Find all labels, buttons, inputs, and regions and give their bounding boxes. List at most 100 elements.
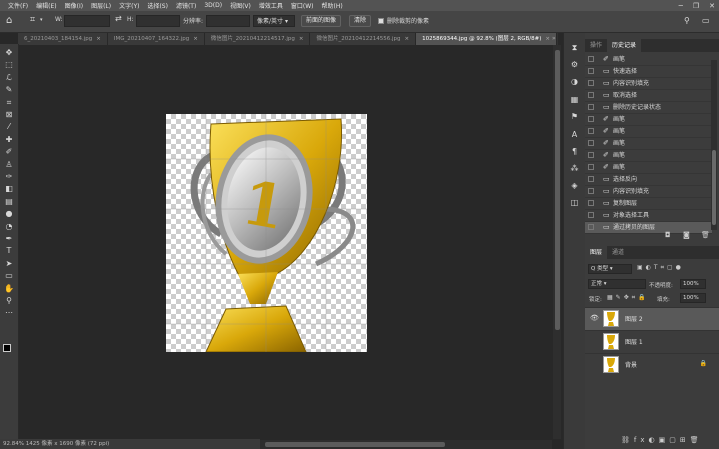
stamp-icon[interactable]: ♙ bbox=[3, 160, 15, 170]
height-field[interactable] bbox=[136, 15, 180, 27]
more-icon[interactable]: ⋯ bbox=[3, 308, 15, 318]
delete-icon[interactable]: 🗑 bbox=[701, 231, 710, 241]
eye-icon[interactable]: 👁 bbox=[590, 314, 599, 322]
document-tab[interactable]: IMG_20210407_164322.jpg × bbox=[107, 33, 205, 45]
history-checkbox[interactable] bbox=[588, 188, 594, 194]
opacity-field[interactable]: 100% bbox=[680, 279, 706, 289]
history-item[interactable]: ✐ 画笔 bbox=[585, 114, 712, 126]
layer-name[interactable]: 图层 2 bbox=[625, 314, 643, 323]
brush-settings-icon[interactable]: ⚑ bbox=[568, 112, 581, 122]
layer-name[interactable]: 背景 bbox=[625, 360, 637, 369]
history-checkbox[interactable] bbox=[588, 80, 594, 86]
panel-tab[interactable]: 操作 bbox=[585, 39, 607, 52]
pen-icon[interactable]: ✒ bbox=[3, 234, 15, 244]
quick-select-icon[interactable]: ✎ bbox=[3, 85, 15, 95]
history-checkbox[interactable] bbox=[588, 128, 594, 134]
history-checkbox[interactable] bbox=[588, 68, 594, 74]
history-checkbox[interactable] bbox=[588, 152, 594, 158]
close-tab-icon[interactable]: × bbox=[299, 36, 304, 42]
menu-item[interactable]: 编辑(E) bbox=[32, 1, 60, 10]
width-field[interactable] bbox=[64, 15, 110, 27]
history-item[interactable]: ✐ 画笔 bbox=[585, 150, 712, 162]
document-tab[interactable]: 1025869344.jpg @ 92.8% (图层 2, RGB/8#) × bbox=[416, 33, 558, 45]
menu-item[interactable]: 增效工具 bbox=[255, 1, 287, 10]
history-item[interactable]: ▭ 对象选择工具 bbox=[585, 210, 712, 222]
resolution-field[interactable] bbox=[206, 15, 250, 27]
dodge-icon[interactable]: ◔ bbox=[3, 222, 15, 232]
swatch-icon[interactable]: ▦ bbox=[568, 95, 581, 105]
menu-item[interactable]: 3D(D) bbox=[200, 2, 226, 9]
menu-item[interactable]: 帮助(H) bbox=[318, 1, 347, 10]
lock-icons[interactable]: ▦✎✥⌗🔒 bbox=[607, 294, 649, 302]
brush-icon[interactable]: ✐ bbox=[3, 147, 15, 157]
history-item[interactable]: ▭ 内容识别填充 bbox=[585, 78, 712, 90]
history-brush-icon[interactable]: ✑ bbox=[3, 172, 15, 182]
resolution-unit-select[interactable]: 像素/英寸 ▾ bbox=[253, 15, 295, 27]
path-select-icon[interactable]: ➤ bbox=[3, 259, 15, 269]
glyph-icon[interactable]: ⁂ bbox=[568, 164, 581, 174]
color-icon[interactable]: ◑ bbox=[568, 77, 581, 87]
layer-name[interactable]: 图层 1 bbox=[625, 337, 643, 346]
history-item[interactable]: ▭ 选择反向 bbox=[585, 174, 712, 186]
minimize-icon[interactable]: ─ bbox=[679, 2, 683, 10]
gradient-icon[interactable]: ▤ bbox=[3, 197, 15, 207]
history-item[interactable]: ▭ 删除历史记录状态 bbox=[585, 102, 712, 114]
history-scroll-thumb[interactable] bbox=[712, 150, 716, 225]
close-tab-icon[interactable]: × bbox=[193, 36, 198, 42]
blend-mode-select[interactable]: 正常 ▾ bbox=[588, 279, 646, 289]
layer-row[interactable]: 图层 1 bbox=[585, 330, 719, 353]
layer-comp-icon[interactable]: ◫ bbox=[568, 198, 581, 208]
history-checkbox[interactable] bbox=[588, 224, 594, 230]
snapshot-icon[interactable]: ◘ bbox=[665, 231, 671, 241]
layer-filter-select[interactable]: Q 类型 ▾ bbox=[588, 264, 632, 274]
crop-icon[interactable]: ⌗ bbox=[3, 98, 15, 108]
history-checkbox[interactable] bbox=[588, 164, 594, 170]
eraser-icon[interactable]: ◧ bbox=[3, 184, 15, 194]
cube-icon[interactable]: ◈ bbox=[568, 181, 581, 191]
history-checkbox[interactable] bbox=[588, 56, 594, 62]
front-image-button[interactable]: 前面的图像 bbox=[301, 15, 342, 27]
layer-actions[interactable]: ⛓fx◐▣▢⊞🗑 bbox=[621, 436, 703, 444]
document-tab[interactable]: 6_20210403_184154.jpg × bbox=[18, 33, 108, 45]
history-item[interactable]: ✐ 画笔 bbox=[585, 162, 712, 174]
lasso-icon[interactable]: ℒ bbox=[3, 73, 15, 83]
history-item[interactable]: ▭ 取消选择 bbox=[585, 90, 712, 102]
marquee-icon[interactable]: ⬚ bbox=[3, 60, 15, 70]
history-item[interactable]: ▭ 内容识别填充 bbox=[585, 186, 712, 198]
history-checkbox[interactable] bbox=[588, 116, 594, 122]
chevron-down-icon[interactable]: ▾ bbox=[40, 17, 43, 23]
menu-item[interactable]: 滤镜(T) bbox=[172, 1, 200, 10]
document-canvas[interactable]: 1 bbox=[166, 114, 367, 352]
shape-icon[interactable]: ▭ bbox=[3, 271, 15, 281]
swap-icon[interactable]: ⇄ bbox=[115, 14, 122, 23]
history-checkbox[interactable] bbox=[588, 212, 594, 218]
history-panel-icon[interactable]: ⧗ bbox=[568, 43, 581, 53]
vertical-scroll-thumb[interactable] bbox=[555, 50, 560, 330]
close-icon[interactable]: ✕ bbox=[709, 2, 715, 10]
menu-item[interactable]: 图像(I) bbox=[61, 1, 87, 10]
history-item[interactable]: ▭ 通过拷贝的图层 bbox=[585, 222, 712, 234]
panel-tab[interactable]: 图层 bbox=[585, 246, 608, 259]
history-item[interactable]: ▭ 复制图层 bbox=[585, 198, 712, 210]
adjust-icon[interactable]: ⚙ bbox=[568, 60, 581, 70]
layer-row[interactable]: 背景 🔒 bbox=[585, 353, 719, 376]
restore-icon[interactable]: ❐ bbox=[693, 2, 699, 10]
zoom-icon[interactable]: ⚲ bbox=[3, 296, 15, 306]
menu-item[interactable]: 选择(S) bbox=[143, 1, 172, 10]
history-item[interactable]: ✐ 画笔 bbox=[585, 138, 712, 150]
layer-row[interactable]: 👁 图层 2 bbox=[585, 307, 719, 330]
history-checkbox[interactable] bbox=[588, 140, 594, 146]
close-tab-icon[interactable]: × bbox=[404, 36, 409, 42]
horizontal-scroll-thumb[interactable] bbox=[265, 442, 445, 447]
delete-cropped-checkbox[interactable] bbox=[378, 18, 384, 24]
clear-button[interactable]: 清除 bbox=[349, 15, 372, 27]
tabs-overflow-icon[interactable]: » bbox=[552, 35, 556, 42]
history-checkbox[interactable] bbox=[588, 92, 594, 98]
document-tab[interactable]: 微信图片_20210412214517.jpg × bbox=[204, 33, 311, 45]
panel-tab[interactable]: 历史记录 bbox=[607, 39, 642, 52]
layer-filter-icons[interactable]: ▣◐T⌗▢● bbox=[637, 264, 684, 272]
move-icon[interactable]: ✥ bbox=[3, 48, 15, 58]
menu-item[interactable]: 视图(V) bbox=[226, 1, 255, 10]
paragraph-icon[interactable]: ¶ bbox=[568, 147, 581, 157]
foreground-color[interactable] bbox=[3, 344, 11, 352]
